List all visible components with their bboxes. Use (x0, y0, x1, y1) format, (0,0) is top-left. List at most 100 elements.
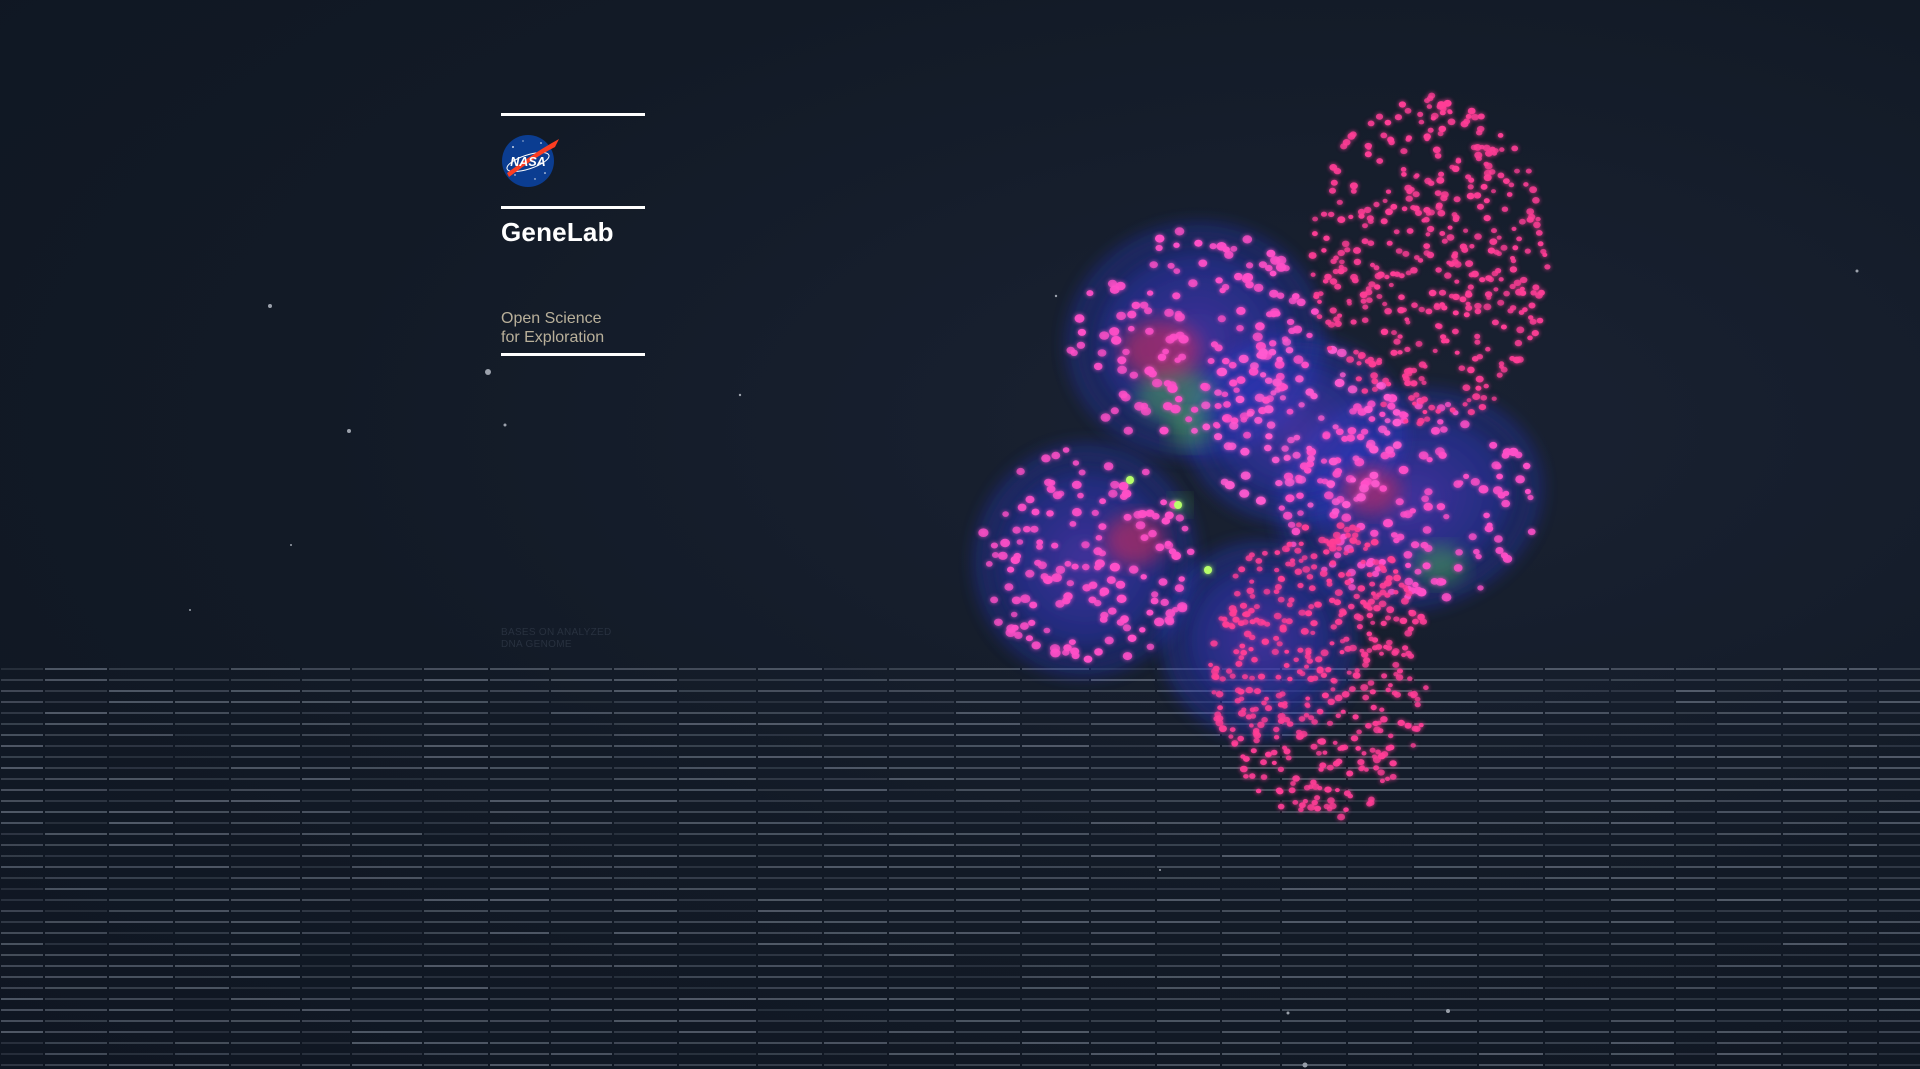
cell-nucleus (1151, 591, 1159, 598)
cell-nucleus (1286, 602, 1293, 608)
cell-nucleus (1316, 708, 1324, 715)
cell-nucleus (1500, 244, 1508, 251)
cell-nucleus (1242, 273, 1254, 282)
cell-nucleus (1165, 617, 1175, 626)
cell-nucleus (1288, 327, 1296, 334)
cell-nucleus (1275, 480, 1283, 487)
cell-nucleus (1366, 439, 1376, 448)
cell-nucleus (1496, 235, 1502, 240)
cell-nucleus (1314, 805, 1322, 812)
cell-nucleus (1425, 211, 1432, 216)
cell-nucleus (1426, 251, 1435, 259)
cell-nucleus (1335, 713, 1342, 719)
cell-nucleus (1243, 774, 1249, 779)
cell-nucleus (1434, 153, 1442, 159)
cell-nucleus (1219, 676, 1226, 682)
cell-nucleus (1224, 250, 1234, 259)
cell-nucleus (1455, 549, 1463, 556)
cell-nucleus (1155, 543, 1165, 552)
cell-nucleus (1329, 278, 1338, 285)
cell-nucleus (1370, 538, 1379, 546)
cell-nucleus (1398, 101, 1406, 108)
cell-nucleus (1334, 552, 1342, 559)
cell-nucleus (1418, 306, 1425, 313)
cell-nucleus (1350, 735, 1359, 742)
cell-nucleus (1361, 238, 1369, 245)
cell-nucleus (1399, 617, 1408, 624)
cell-nucleus (1463, 312, 1470, 318)
cell-nucleus (1405, 195, 1413, 202)
cell-nucleus (1117, 365, 1127, 374)
cell-nucleus (1229, 623, 1236, 630)
cell-nucleus (1389, 760, 1397, 767)
cell-nucleus (1260, 759, 1267, 766)
cell-nucleus (1261, 700, 1267, 706)
cell-nucleus (1238, 710, 1246, 717)
cell-nucleus (1200, 382, 1209, 391)
cell-nucleus (978, 528, 989, 537)
cell-nucleus (1315, 656, 1323, 663)
cell-nucleus (1364, 767, 1369, 772)
cell-nucleus (1298, 558, 1304, 563)
cell-nucleus (1452, 310, 1459, 316)
cell-nucleus (1465, 301, 1471, 306)
tagline-line-2: for Exploration (501, 329, 605, 346)
cell-nucleus (1016, 467, 1025, 476)
cell-nucleus (1395, 674, 1404, 681)
cell-nucleus (1243, 431, 1252, 439)
cell-nucleus (1239, 489, 1250, 498)
cell-nucleus (1217, 367, 1228, 376)
cell-nucleus (1277, 712, 1286, 720)
cell-nucleus (1173, 268, 1181, 274)
cell-nucleus (1380, 132, 1388, 139)
cell-nucleus (1360, 428, 1369, 435)
cell-nucleus (1451, 212, 1458, 218)
cell-nucleus (1095, 535, 1103, 541)
cell-nucleus (1497, 133, 1504, 138)
cell-nucleus (1115, 580, 1126, 589)
cell-nucleus (1107, 279, 1118, 288)
cell-nucleus (1350, 273, 1358, 281)
cell-nucleus (1366, 801, 1373, 807)
cell-nucleus (1422, 409, 1428, 415)
cell-nucleus (1046, 510, 1054, 517)
cell-nucleus (1483, 161, 1489, 167)
cell-nucleus (1332, 531, 1341, 539)
cell-nucleus (1127, 310, 1137, 319)
cell-nucleus (1427, 225, 1435, 233)
site-title[interactable]: GeneLab (501, 217, 645, 247)
cell-nucleus (1223, 401, 1231, 408)
cell-nucleus (1335, 428, 1344, 436)
cell-nucleus (1078, 469, 1086, 476)
cell-nucleus (1434, 190, 1442, 197)
cell-nucleus (1384, 308, 1392, 315)
cell-nucleus (1499, 147, 1505, 152)
cell-nucleus (1293, 657, 1299, 663)
cell-nucleus (1266, 249, 1276, 258)
cell-nucleus (1214, 423, 1221, 429)
cell-nucleus (1229, 727, 1236, 732)
cell-nucleus (1174, 312, 1185, 322)
cell-nucleus (1238, 655, 1245, 661)
cell-nucleus (1432, 348, 1438, 353)
cell-nucleus (1265, 705, 1272, 712)
cell-nucleus (1353, 247, 1361, 254)
cell-nucleus (1483, 198, 1490, 204)
cell-nucleus (1474, 308, 1482, 315)
cell-nucleus (1145, 327, 1154, 335)
cell-nucleus (1343, 526, 1351, 533)
cell-nucleus (1094, 599, 1102, 607)
cell-nucleus (1523, 182, 1529, 187)
cell-nucleus (1335, 788, 1340, 793)
cell-nucleus (1412, 401, 1417, 406)
cell-nucleus (1275, 787, 1283, 794)
nasa-logo-link[interactable]: NASA (501, 116, 645, 206)
cell-nucleus (1164, 308, 1174, 317)
cell-nucleus (1311, 719, 1318, 725)
cell-nucleus (1529, 186, 1537, 194)
cell-nucleus (1371, 378, 1379, 385)
cell-nucleus (1296, 475, 1307, 484)
cell-nucleus (1413, 174, 1419, 179)
cell-nucleus (1367, 219, 1374, 225)
cell-nucleus (1155, 244, 1163, 252)
